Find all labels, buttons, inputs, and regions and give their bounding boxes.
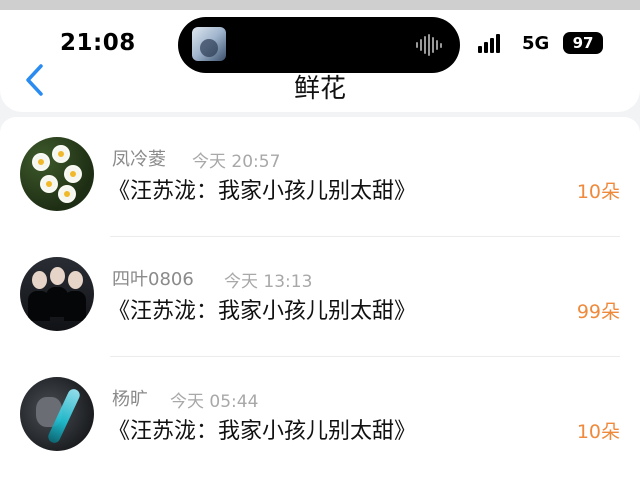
sender-name: 杨旷 bbox=[112, 389, 148, 410]
song-title: 《汪苏泷：我家小孩儿别太甜》 bbox=[108, 299, 417, 324]
flower-count: 10朵 bbox=[576, 421, 620, 443]
game-character-avatar[interactable] bbox=[20, 377, 94, 451]
signal-bars-icon bbox=[478, 33, 500, 53]
list-item[interactable]: 凤冷菱 今天 20:57 《汪苏泷：我家小孩儿别太甜》 10朵 bbox=[0, 117, 640, 237]
page-title: 鲜花 bbox=[293, 74, 346, 104]
gift-time: 今天 05:44 bbox=[170, 392, 259, 412]
gift-list: 凤冷菱 今天 20:57 《汪苏泷：我家小孩儿别太甜》 10朵 四叶0806 今… bbox=[0, 117, 640, 485]
chevron-left-icon[interactable] bbox=[22, 62, 48, 98]
list-item[interactable]: 四叶0806 今天 13:13 《汪苏泷：我家小孩儿别太甜》 99朵 bbox=[0, 237, 640, 357]
gift-time: 今天 13:13 bbox=[224, 272, 313, 292]
sender-name: 凤冷菱 bbox=[112, 149, 166, 170]
sender-name: 四叶0806 bbox=[112, 269, 194, 290]
battery-level: 97 bbox=[563, 32, 603, 54]
group-photo-avatar[interactable] bbox=[20, 257, 94, 331]
flower-count: 10朵 bbox=[576, 181, 620, 203]
album-art-icon bbox=[192, 27, 226, 61]
song-title: 《汪苏泷：我家小孩儿别太甜》 bbox=[108, 419, 417, 444]
narcissus-flowers-avatar[interactable] bbox=[20, 137, 94, 211]
network-type: 5G bbox=[522, 33, 550, 54]
gift-time: 今天 20:57 bbox=[192, 152, 281, 172]
dynamic-island[interactable] bbox=[178, 17, 460, 73]
flower-count: 99朵 bbox=[576, 301, 620, 323]
status-time: 21:08 bbox=[60, 30, 136, 56]
waveform-icon bbox=[416, 34, 442, 56]
list-item[interactable]: 杨旷 今天 05:44 《汪苏泷：我家小孩儿别太甜》 10朵 bbox=[0, 357, 640, 477]
song-title: 《汪苏泷：我家小孩儿别太甜》 bbox=[108, 179, 417, 204]
top-strip bbox=[0, 0, 640, 10]
